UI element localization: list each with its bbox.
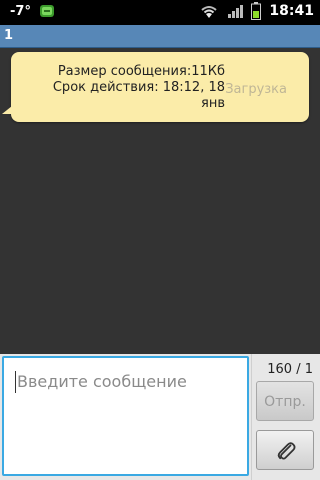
android-notification-icon	[39, 3, 55, 19]
message-input[interactable]: Введите сообщение	[2, 356, 249, 476]
message-expiry-continued: янв	[201, 96, 225, 111]
message-input-placeholder: Введите сообщение	[17, 372, 187, 391]
message-size: Размер сообщения:11Кб	[57, 64, 225, 79]
conversation-title-bar: 1	[0, 25, 320, 48]
message-list[interactable]: Размер сообщения:11Кб Срок действия: 18:…	[0, 48, 320, 354]
attach-button[interactable]	[256, 430, 314, 470]
text-cursor	[15, 371, 16, 393]
message-details: Размер сообщения:11Кб Срок действия: 18:…	[35, 64, 225, 112]
battery-icon	[251, 2, 262, 20]
signal-icon	[227, 3, 244, 19]
character-counter: 160 / 1	[267, 362, 313, 377]
download-button[interactable]: Загрузка	[225, 82, 287, 97]
conversation-title: 1	[4, 28, 14, 43]
message-expiry: Срок действия: 18:12, 18	[52, 80, 225, 95]
mms-message-bubble[interactable]: Размер сообщения:11Кб Срок действия: 18:…	[2, 52, 309, 122]
clock: 18:41	[269, 3, 314, 19]
wifi-icon	[199, 3, 219, 19]
temperature: -7°	[10, 3, 31, 19]
send-button[interactable]: Отпр.	[256, 381, 314, 421]
bubble-tail	[2, 106, 12, 114]
status-bar: -7° 18:41	[0, 0, 320, 25]
